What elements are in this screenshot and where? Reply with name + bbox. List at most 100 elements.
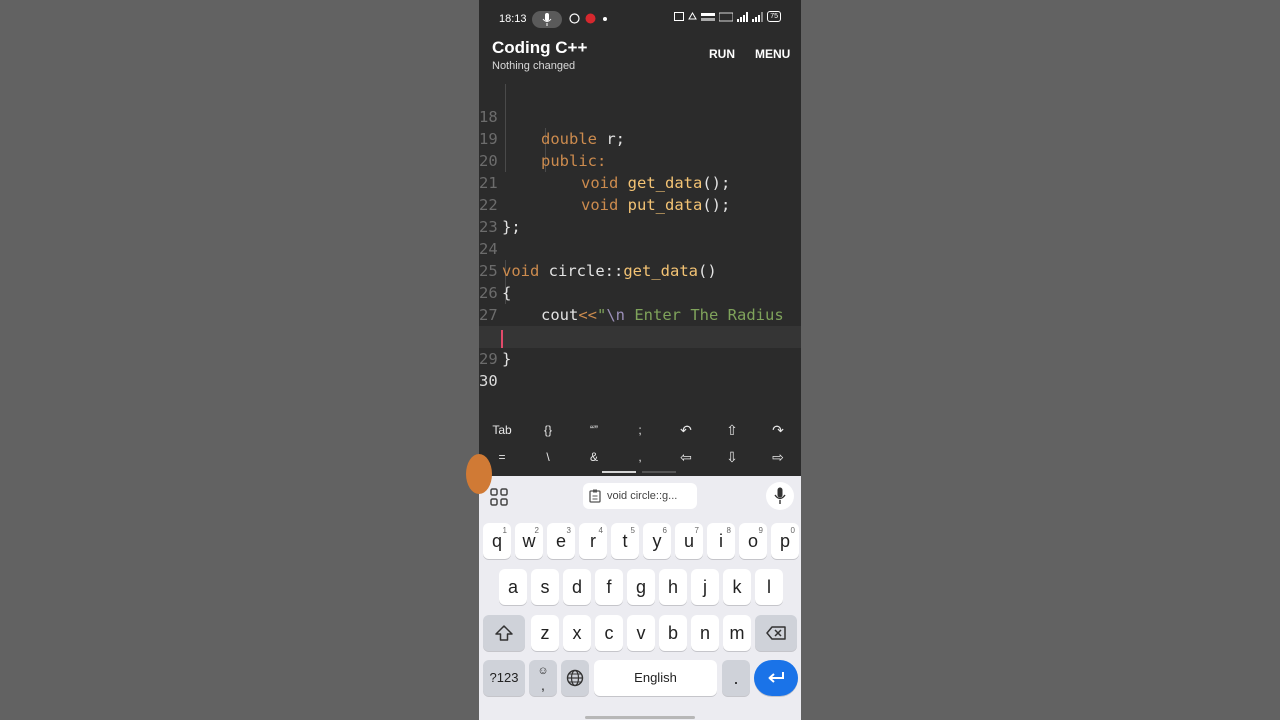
cast-icon	[674, 12, 685, 21]
key-z[interactable]: z	[531, 615, 559, 651]
key-r[interactable]: r4	[579, 523, 607, 559]
key-d[interactable]: d	[563, 569, 591, 605]
key-v[interactable]: v	[627, 615, 655, 651]
clipboard-suggestion[interactable]: void circle::g...	[583, 483, 697, 509]
comma-extra-key[interactable]: ,	[617, 450, 663, 464]
quotes-key[interactable]: “”	[571, 423, 617, 437]
key-w[interactable]: w2	[515, 523, 543, 559]
key-h[interactable]: h	[659, 569, 687, 605]
code-line: 28 }	[479, 304, 801, 368]
redo-key[interactable]: ↷	[755, 422, 801, 439]
code-line: 26 cout<<"\n Enter The Radius	[479, 260, 801, 324]
app-subtitle: Nothing changed	[492, 60, 576, 72]
text-cursor	[501, 330, 503, 348]
down-arrow-key[interactable]: ⇩	[709, 449, 755, 466]
data-speed-icon	[701, 12, 716, 21]
key-k[interactable]: k	[723, 569, 751, 605]
page-indicator	[642, 471, 676, 473]
apps-grid-icon[interactable]	[488, 486, 510, 508]
key-b[interactable]: b	[659, 615, 687, 651]
key-c[interactable]: c	[595, 615, 623, 651]
shift-icon	[495, 625, 513, 641]
code-line: 27 cin>>r;	[479, 282, 801, 346]
line-number: 30	[479, 372, 498, 390]
backspace-key[interactable]	[755, 615, 797, 651]
shift-key[interactable]	[483, 615, 525, 651]
code-line: 22 };	[479, 172, 801, 236]
code-line: 21 void put_data();	[479, 150, 801, 214]
key-f[interactable]: f	[595, 569, 623, 605]
app-title: Coding C++	[492, 38, 588, 57]
key-g[interactable]: g	[627, 569, 655, 605]
shift-extra-key[interactable]: ⇧	[709, 422, 755, 439]
key-j[interactable]: j	[691, 569, 719, 605]
period-key[interactable]: .	[722, 660, 750, 696]
left-background	[0, 0, 479, 720]
braces-key[interactable]: {}	[525, 423, 571, 437]
code-line: 23	[479, 194, 801, 236]
phone-screen: 18:13 75 Coding C++ Nothing changed RUN …	[479, 0, 801, 720]
undo-key[interactable]: ↶	[663, 422, 709, 439]
run-button[interactable]: RUN	[709, 47, 735, 61]
touch-indicator	[466, 454, 492, 494]
mute-icon	[688, 11, 698, 19]
key-t[interactable]: t5	[611, 523, 639, 559]
code-line: 30	[479, 348, 801, 390]
status-time: 18:13	[499, 13, 527, 25]
emoji-comma-key[interactable]: ☺ ,	[529, 660, 557, 696]
notification-dot-icon	[603, 17, 607, 21]
app-bar: Coding C++ Nothing changed RUN MENU	[479, 36, 801, 80]
status-bar: 18:13 75	[479, 0, 801, 36]
backslash-key[interactable]: \	[525, 450, 571, 464]
code-line: 24 void circle::get_data()	[479, 216, 801, 280]
code-line: 18 double r;	[479, 84, 801, 148]
key-i[interactable]: i8	[707, 523, 735, 559]
key-u[interactable]: u7	[675, 523, 703, 559]
clipboard-icon	[589, 489, 601, 503]
mic-icon	[774, 487, 786, 504]
ampersand-key[interactable]: &	[571, 450, 617, 464]
globe-icon	[566, 669, 584, 687]
right-background	[801, 0, 1280, 720]
system-status-icons: 75	[674, 11, 781, 22]
soft-keyboard: void circle::g... q1 w2 e3 r4 t5 y6 u7 i…	[479, 476, 801, 720]
signal-icon	[737, 11, 749, 22]
emoji-icon: ☺	[537, 665, 549, 677]
volte-icon	[719, 12, 734, 21]
key-o[interactable]: o9	[739, 523, 767, 559]
key-n[interactable]: n	[691, 615, 719, 651]
key-y[interactable]: y6	[643, 523, 671, 559]
key-s[interactable]: s	[531, 569, 559, 605]
signal-2-icon	[752, 11, 764, 22]
key-m[interactable]: m	[723, 615, 751, 651]
suggestion-text: void circle::g...	[607, 490, 678, 502]
code-line-current[interactable]: 29	[479, 326, 801, 368]
voice-input-button[interactable]	[766, 482, 794, 510]
gesture-bar	[585, 716, 695, 719]
key-q[interactable]: q1	[483, 523, 511, 559]
code-editor[interactable]: ’ 18 double r; 19 public: 20 void get_da…	[479, 80, 801, 416]
key-p[interactable]: p0	[771, 523, 799, 559]
key-x[interactable]: x	[563, 615, 591, 651]
symbols-key[interactable]: ?123	[483, 660, 525, 696]
semicolon-key[interactable]: ;	[617, 423, 663, 437]
tab-key[interactable]: Tab	[479, 423, 525, 437]
code-line: 25 {	[479, 238, 801, 302]
left-arrow-key[interactable]: ⇦	[663, 449, 709, 466]
code-line: 19 public:	[479, 106, 801, 170]
language-key[interactable]	[561, 660, 589, 696]
menu-button[interactable]: MENU	[755, 47, 790, 61]
backspace-icon	[766, 626, 786, 640]
key-a[interactable]: a	[499, 569, 527, 605]
space-key[interactable]: English	[594, 660, 717, 696]
whatsapp-icon	[569, 13, 580, 24]
enter-key[interactable]	[754, 660, 798, 696]
mic-icon	[542, 13, 552, 26]
key-l[interactable]: l	[755, 569, 783, 605]
key-e[interactable]: e3	[547, 523, 575, 559]
enter-icon	[768, 672, 784, 683]
mic-active-indicator	[532, 11, 562, 28]
code-line: 20 void get_data();	[479, 128, 801, 192]
comma-label: ,	[541, 677, 545, 693]
right-arrow-key[interactable]: ⇨	[755, 449, 801, 466]
